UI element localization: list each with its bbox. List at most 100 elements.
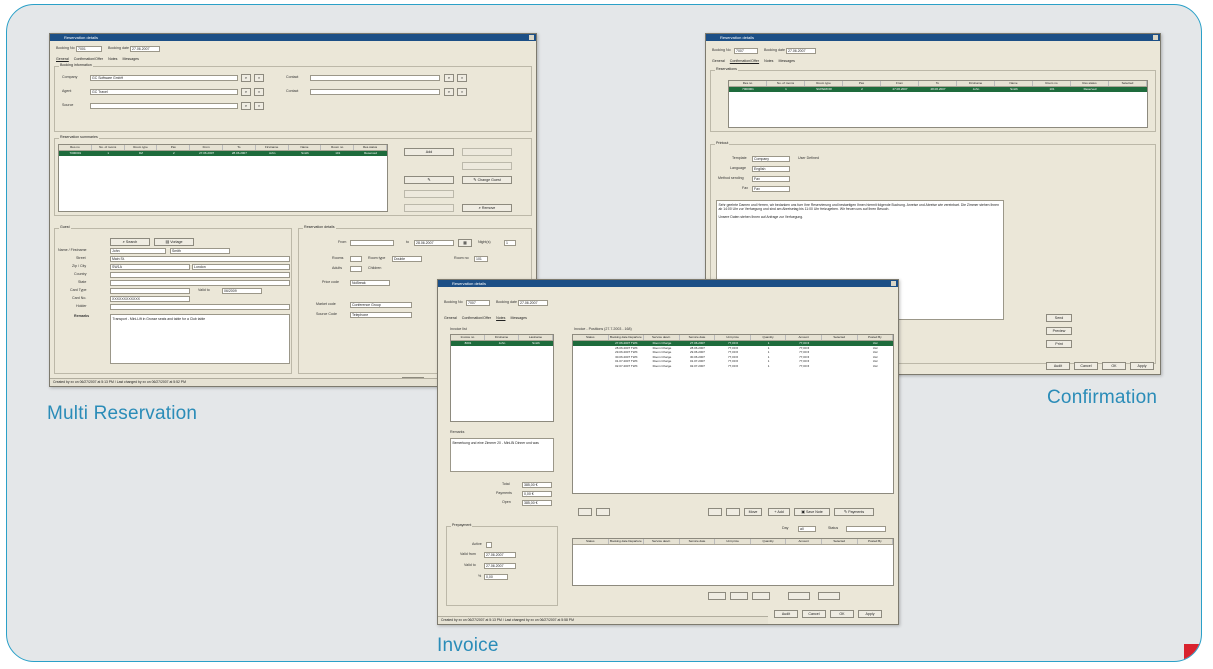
calendar-button[interactable]: ▦: [458, 239, 472, 247]
close-icon[interactable]: [891, 281, 896, 286]
payments-button[interactable]: ✎ Payments: [834, 508, 874, 516]
valid-to-field[interactable]: 06/2009: [222, 288, 262, 294]
zip-field[interactable]: SW1A: [110, 264, 190, 270]
agent-clear-button[interactable]: ×: [254, 88, 264, 96]
company-search-button[interactable]: ⌕: [241, 74, 251, 82]
company-field[interactable]: GC Software GmbH: [90, 75, 238, 81]
booking-date-field[interactable]: 27.06.2007: [130, 46, 160, 52]
booking-no-field[interactable]: 7007: [466, 300, 490, 306]
booking-date-field[interactable]: 27.06.2007: [786, 48, 816, 54]
remarks-field[interactable]: Transport - Mini-Lift in Grosse seats an…: [110, 314, 290, 364]
source-search-button[interactable]: ⌕: [241, 102, 251, 110]
tab-messages[interactable]: Messages: [122, 57, 138, 61]
country-select[interactable]: [110, 272, 290, 278]
rooms-field[interactable]: [350, 256, 362, 262]
contact-clear-button[interactable]: ×: [457, 74, 467, 82]
method-select[interactable]: Fax: [752, 176, 790, 182]
remarks-field[interactable]: Bemerkung und eine Zimmer 20 - Mini-Bi D…: [450, 438, 554, 472]
tab-general[interactable]: General: [712, 59, 725, 63]
card-type-select[interactable]: [110, 288, 190, 294]
firstname-field[interactable]: John: [110, 248, 166, 254]
valid-from-field[interactable]: 27.06.2007: [484, 552, 516, 558]
tab-notes[interactable]: Notes: [496, 316, 505, 320]
tab-notes[interactable]: Notes: [108, 57, 117, 61]
tab-general[interactable]: General: [56, 57, 69, 61]
guest-search-button[interactable]: ⌕ Search: [110, 238, 150, 246]
adults-field[interactable]: [350, 266, 362, 272]
reservation-grid[interactable]: Res.no No. of rooms Room type Pax From To Firs…: [58, 144, 388, 212]
market-code-select[interactable]: Conference Group: [350, 302, 412, 308]
tab-messages[interactable]: Messages: [510, 316, 526, 320]
city-field[interactable]: London: [192, 264, 290, 270]
agent-search-button[interactable]: ⌕: [241, 88, 251, 96]
apply-button[interactable]: Apply: [1130, 362, 1154, 370]
apply-button[interactable]: Apply: [858, 610, 882, 618]
nav-button[interactable]: [726, 508, 740, 516]
ok-button[interactable]: OK: [1102, 362, 1126, 370]
room-no-field[interactable]: 101: [474, 256, 488, 262]
status-select[interactable]: [846, 526, 886, 532]
booking-no-field[interactable]: 7001: [76, 46, 102, 52]
tab-general[interactable]: General: [444, 316, 457, 320]
audit-button[interactable]: Audit: [1046, 362, 1070, 370]
table-row[interactable]: 02.07.2007 TWK Room Charge 02.07.2007 77,00…: [573, 364, 893, 369]
send-button[interactable]: Send: [1046, 314, 1072, 322]
nav-button[interactable]: [596, 508, 610, 516]
contact2-search-button[interactable]: ⌕: [444, 88, 454, 96]
fax-select[interactable]: Fax: [752, 186, 790, 192]
tab-confirmation[interactable]: Confirmation/Offer: [74, 57, 103, 61]
to-field[interactable]: 28.06.2007: [414, 240, 454, 246]
contact2-field[interactable]: [310, 89, 440, 95]
add-button[interactable]: Add: [404, 148, 454, 156]
pct-field[interactable]: 0,00: [484, 574, 508, 580]
nav-button[interactable]: [788, 592, 810, 600]
active-checkbox[interactable]: [486, 542, 492, 548]
contact-field[interactable]: [310, 75, 440, 81]
nav-button[interactable]: [708, 508, 722, 516]
room-type-select[interactable]: Double: [392, 256, 422, 262]
lower-positions-grid[interactable]: Status Booking date Departure Service desc…: [572, 538, 894, 586]
cancel-button[interactable]: Cancel: [802, 610, 826, 618]
cancel-button[interactable]: Cancel: [1074, 362, 1098, 370]
from-field[interactable]: [350, 240, 394, 246]
add-button[interactable]: + Add: [768, 508, 790, 516]
agent-field[interactable]: GC Travel: [90, 89, 238, 95]
name-field[interactable]: Smith: [170, 248, 230, 254]
nav-button[interactable]: [818, 592, 840, 600]
nav-button[interactable]: [708, 592, 726, 600]
invoice-list-grid[interactable]: Invoice no Firstname Lastname 8001 John Smit…: [450, 334, 554, 422]
template-select[interactable]: Company: [752, 156, 790, 162]
day-select[interactable]: all: [798, 526, 816, 532]
booking-date-field[interactable]: 27.06.2007: [518, 300, 548, 306]
language-select[interactable]: English: [752, 166, 790, 172]
remove-button[interactable]: ⌕ Remove: [462, 204, 512, 212]
source-code-select[interactable]: Telephone: [350, 312, 412, 318]
card-no-field[interactable]: XXXXXXXXXXXX: [110, 296, 190, 302]
state-select[interactable]: [110, 280, 290, 286]
contact-search-button[interactable]: ⌕: [444, 74, 454, 82]
vorlage-button[interactable]: ▤ Vorlage: [154, 238, 194, 246]
nights-field[interactable]: 1: [504, 240, 516, 246]
table-row[interactable]: 8001 John Smith: [451, 341, 553, 346]
source-clear-button[interactable]: ×: [254, 102, 264, 110]
source-field[interactable]: [90, 103, 238, 109]
nav-button[interactable]: [752, 592, 770, 600]
street-field[interactable]: Main St.: [110, 256, 290, 262]
change-guest-button[interactable]: ✎ Change Guest: [462, 176, 512, 184]
move-button[interactable]: Move: [744, 508, 762, 516]
save-note-button[interactable]: ▣ Save Note: [794, 508, 830, 516]
contact2-clear-button[interactable]: ×: [457, 88, 467, 96]
tab-messages[interactable]: Messages: [778, 59, 794, 63]
tab-confirmation[interactable]: Confirmation/Offer: [730, 59, 759, 63]
table-row[interactable]: 7000001 1 DZ 2 27.06.2007 28.06.2007 John Smith…: [59, 151, 387, 156]
print-button[interactable]: Print: [1046, 340, 1072, 348]
preview-button[interactable]: Preview: [1046, 327, 1072, 335]
nav-button[interactable]: [578, 508, 592, 516]
valid-to-field[interactable]: 27.06.2007: [484, 563, 516, 569]
invoice-positions-grid[interactable]: Status Booking date Departure Service desc…: [572, 334, 894, 494]
booking-no-field[interactable]: 7007: [734, 48, 758, 54]
holder-field[interactable]: [110, 304, 290, 310]
edit-button[interactable]: ✎: [404, 176, 454, 184]
price-code-field[interactable]: NoBreak: [350, 280, 390, 286]
ok-button[interactable]: OK: [830, 610, 854, 618]
